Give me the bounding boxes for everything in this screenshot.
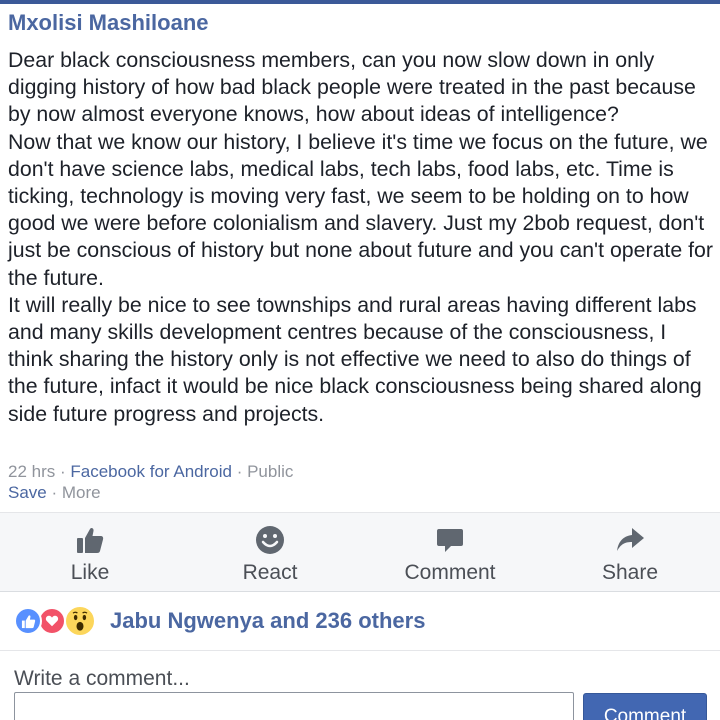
post-paragraph: Now that we know our history, I believe … (8, 129, 713, 290)
post-source[interactable]: Facebook for Android (70, 462, 232, 481)
comment-submit-button[interactable]: Comment (583, 693, 707, 720)
comment-bubble-icon (437, 529, 463, 552)
thumbs-up-icon (77, 527, 104, 553)
react-button[interactable]: React (180, 513, 360, 591)
post-paragraph: It will really be nice to see townships … (8, 292, 702, 426)
react-label: React (242, 561, 298, 584)
reactions-text[interactable]: Jabu Ngwenya and 236 others (110, 608, 425, 634)
post-author[interactable]: Mxolisi Mashiloane (8, 10, 209, 36)
like-icon (14, 607, 42, 635)
save-link[interactable]: Save (8, 483, 47, 502)
like-button[interactable]: Like (0, 513, 180, 591)
post-body: Dear black consciousness members, can yo… (8, 47, 714, 428)
comment-button[interactable]: Comment (360, 513, 540, 591)
like-label: Like (70, 561, 110, 584)
share-label: Share (601, 561, 659, 584)
wow-icon (64, 605, 96, 637)
action-bar: Like React Comment Share (0, 512, 720, 592)
share-arrow-icon (617, 528, 644, 551)
divider (0, 650, 720, 651)
reactions-summary[interactable]: Jabu Ngwenya and 236 others (14, 605, 425, 637)
post-paragraph: Dear black consciousness members, can yo… (8, 48, 696, 127)
post-privacy: Public (247, 462, 294, 481)
share-button[interactable]: Share (540, 513, 720, 591)
love-icon (38, 607, 66, 635)
smiley-icon (256, 526, 284, 554)
write-comment-label: Write a comment... (14, 667, 190, 690)
post-meta: 22 hrs · Facebook for Android · Public (8, 462, 294, 481)
post-options: Save · More (8, 483, 101, 502)
comment-label: Comment (404, 561, 496, 584)
comment-input[interactable] (14, 692, 574, 720)
reaction-icons (14, 605, 102, 637)
top-bar (0, 0, 720, 4)
post-time[interactable]: 22 hrs (8, 462, 55, 481)
more-link[interactable]: More (62, 483, 101, 502)
